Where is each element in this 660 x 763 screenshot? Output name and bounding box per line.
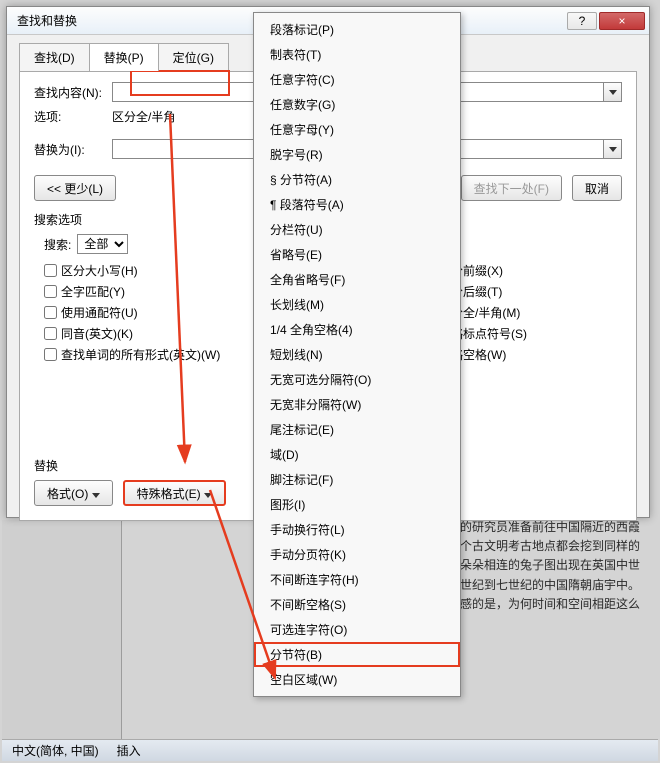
find-what-label: 查找内容(N): — [34, 84, 112, 101]
status-insert-mode: 插入 — [117, 742, 141, 759]
menu-item[interactable]: 手动换行符(L) — [254, 517, 460, 542]
menu-item[interactable]: 无宽可选分隔符(O) — [254, 367, 460, 392]
menu-item[interactable]: 1/4 全角空格(4) — [254, 317, 460, 342]
close-button[interactable]: × — [599, 12, 645, 30]
replace-with-label: 替换为(I): — [34, 141, 112, 158]
replace-history-dropdown[interactable] — [604, 139, 622, 159]
menu-item[interactable]: 域(D) — [254, 442, 460, 467]
format-button[interactable]: 格式(O) — [34, 480, 113, 506]
options-value: 区分全/半角 — [112, 108, 175, 125]
options-label: 选项: — [34, 108, 112, 125]
menu-item[interactable]: 手动分页符(K) — [254, 542, 460, 567]
menu-item[interactable]: 全角省略号(F) — [254, 267, 460, 292]
menu-item[interactable]: 短划线(N) — [254, 342, 460, 367]
search-scope-label: 搜索: — [44, 236, 71, 253]
help-button[interactable]: ? — [567, 12, 597, 30]
menu-item[interactable]: 不间断空格(S) — [254, 592, 460, 617]
replace-section-label: 替换 — [34, 457, 226, 474]
menu-item[interactable]: 分栏符(U) — [254, 217, 460, 242]
chevron-down-icon — [92, 493, 100, 498]
menu-item[interactable]: ¶ 段落符号(A) — [254, 192, 460, 217]
tab-goto[interactable]: 定位(G) — [158, 43, 229, 71]
menu-item[interactable]: 可选连字符(O) — [254, 617, 460, 642]
menu-item[interactable]: 脚注标记(F) — [254, 467, 460, 492]
background-document-text: 的研究员准备前往中国隔近的西霞 个古文明考古地点都会挖到同样的 朵朵相连的兔子图… — [460, 518, 660, 614]
menu-item[interactable]: 长划线(M) — [254, 292, 460, 317]
less-button[interactable]: << 更少(L) — [34, 175, 116, 201]
search-scope-select[interactable]: 全部 — [77, 234, 128, 254]
tab-find[interactable]: 查找(D) — [19, 43, 90, 71]
find-next-button[interactable]: 查找下一处(F) — [461, 175, 562, 201]
chevron-down-icon — [204, 493, 212, 498]
chevron-down-icon — [609, 90, 617, 95]
menu-item[interactable]: 省略号(E) — [254, 242, 460, 267]
status-bar: 中文(简体, 中国) 插入 — [2, 739, 658, 761]
find-history-dropdown[interactable] — [604, 82, 622, 102]
close-icon: × — [618, 14, 625, 28]
tab-replace[interactable]: 替换(P) — [89, 43, 159, 71]
menu-item[interactable]: 制表符(T) — [254, 42, 460, 67]
cancel-button[interactable]: 取消 — [572, 175, 622, 201]
menu-item[interactable]: 无宽非分隔符(W) — [254, 392, 460, 417]
menu-item[interactable]: 分节符(B) — [254, 642, 460, 667]
menu-item[interactable]: 任意字符(C) — [254, 67, 460, 92]
menu-item[interactable]: 不间断连字符(H) — [254, 567, 460, 592]
menu-item[interactable]: 段落标记(P) — [254, 17, 460, 42]
status-language: 中文(简体, 中国) — [12, 742, 99, 759]
special-format-menu: 段落标记(P)制表符(T)任意字符(C)任意数字(G)任意字母(Y)脱字号(R)… — [253, 12, 461, 697]
menu-item[interactable]: § 分节符(A) — [254, 167, 460, 192]
menu-item[interactable]: 图形(I) — [254, 492, 460, 517]
menu-item[interactable]: 任意数字(G) — [254, 92, 460, 117]
menu-item[interactable]: 尾注标记(E) — [254, 417, 460, 442]
menu-item[interactable]: 空白区域(W) — [254, 667, 460, 692]
special-button[interactable]: 特殊格式(E) — [123, 480, 226, 506]
menu-item[interactable]: 任意字母(Y) — [254, 117, 460, 142]
menu-item[interactable]: 脱字号(R) — [254, 142, 460, 167]
chevron-down-icon — [609, 147, 617, 152]
help-icon: ? — [579, 14, 586, 28]
